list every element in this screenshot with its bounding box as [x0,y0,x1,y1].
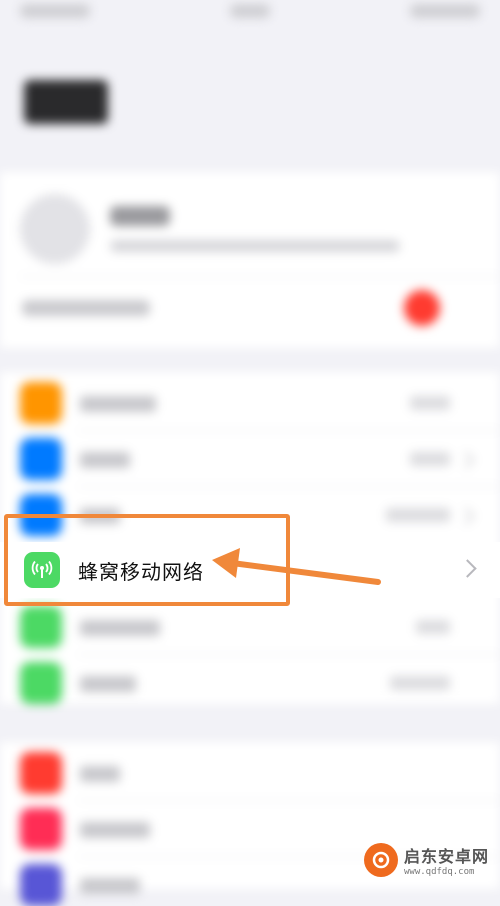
chevron-right-icon [457,451,475,469]
personal-hotspot-label [80,620,160,636]
vpn-label [80,676,136,692]
notification-badge [404,290,440,326]
watermark-title: 启东安卓网 [404,847,490,866]
personal-hotspot-value [416,620,450,634]
wifi-icon [20,438,62,480]
separator [20,276,500,277]
apple-id-card [0,172,500,348]
status-bar-center [230,4,270,18]
separator [78,486,500,487]
wifi-value [410,452,450,466]
blurred-settings-background [0,0,500,906]
airplane-toggle [410,396,450,410]
separator [78,430,500,431]
watermark: 启东安卓网 www.qdfdq.com [364,837,492,883]
highlight-box [4,514,290,606]
avatar [20,194,90,264]
vpn-value [390,676,450,690]
focus-icon [20,864,62,906]
bluetooth-value [386,508,450,522]
large-title [24,80,108,124]
sounds-icon [20,808,62,850]
chevron-right-icon [458,559,477,578]
notifications-label [80,766,120,782]
sounds-label [80,822,150,838]
wifi-label [80,452,130,468]
status-bar-right [410,4,480,18]
watermark-url: www.qdfdq.com [404,867,475,877]
separator [78,800,500,801]
airplane-mode-label [80,396,156,412]
airplane-mode-icon [20,382,62,424]
focus-label [80,878,140,894]
watermark-logo-icon [364,843,398,877]
notifications-icon [20,752,62,794]
status-bar-left [20,4,90,18]
vpn-icon [20,662,62,704]
suggestion-text [22,300,150,316]
chevron-right-icon [457,507,475,525]
personal-hotspot-icon [20,606,62,648]
profile-subtitle [110,240,400,252]
separator [78,654,500,655]
profile-name [110,206,170,226]
